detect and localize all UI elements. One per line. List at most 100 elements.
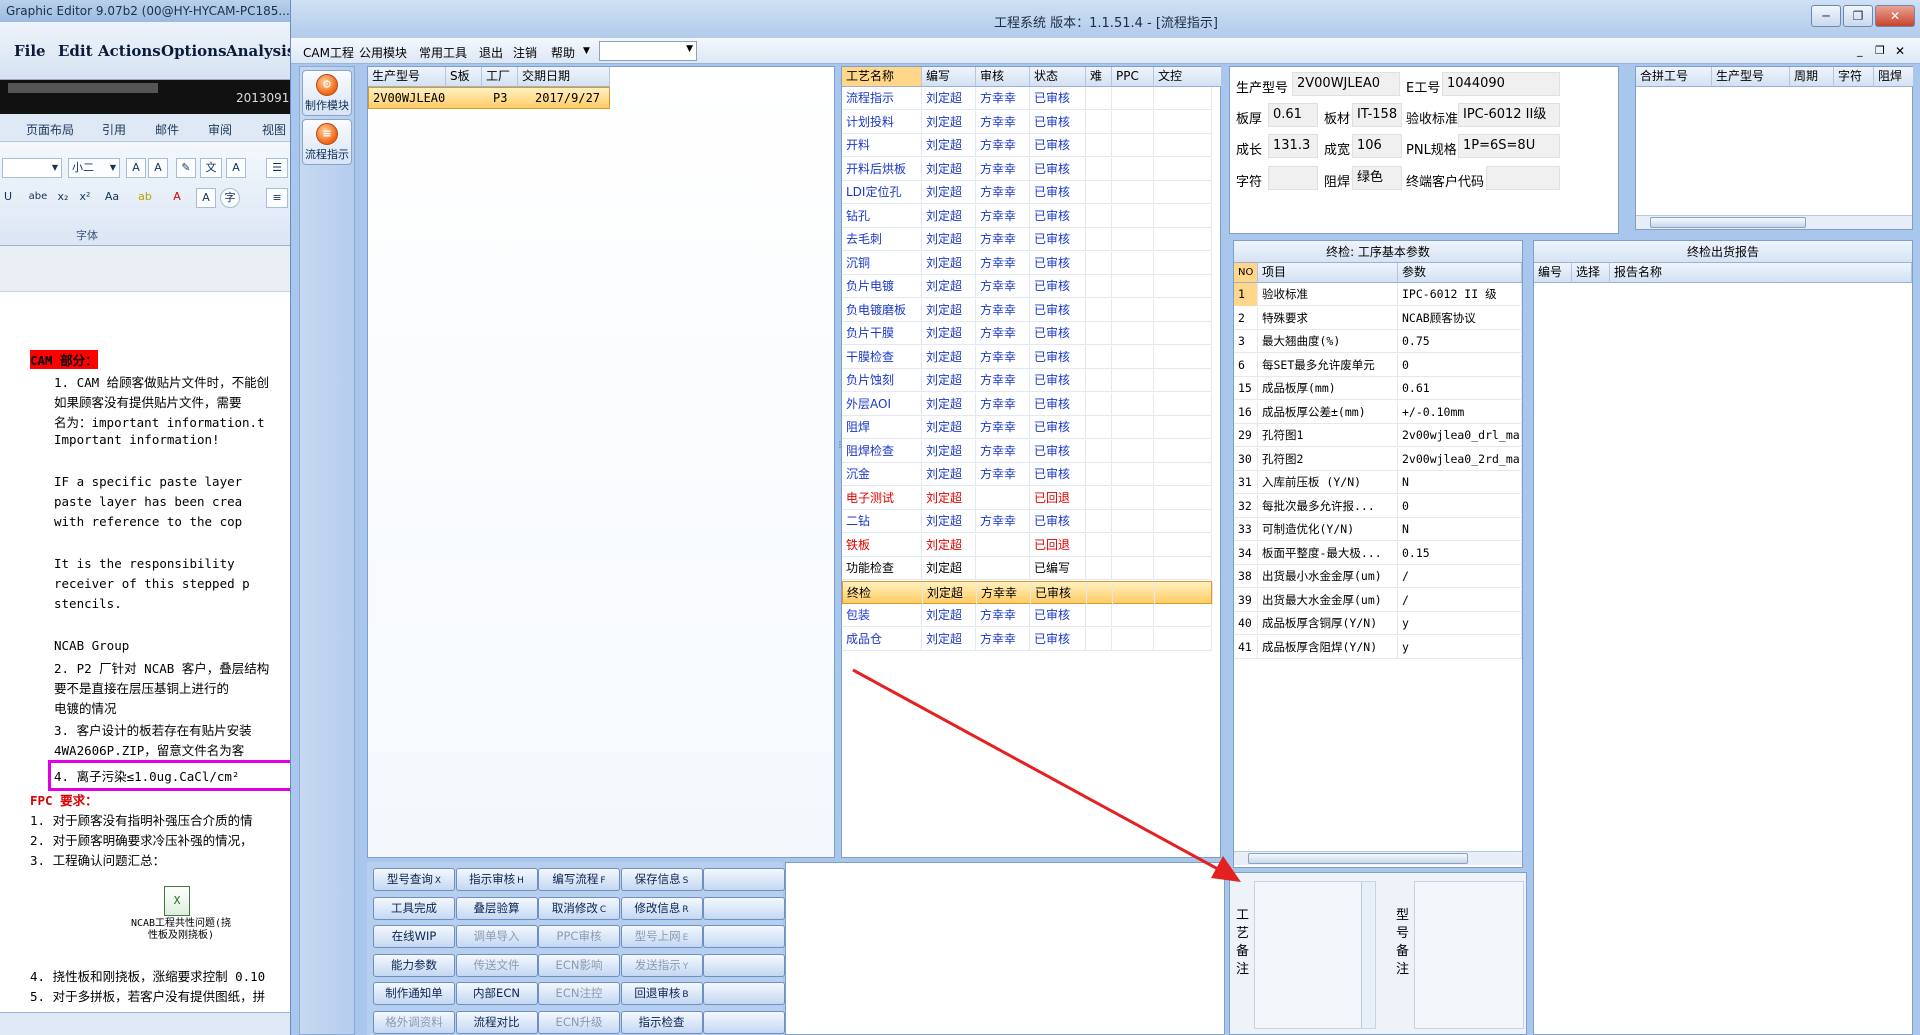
col-s-board[interactable]: S板 bbox=[446, 67, 482, 87]
col-status[interactable]: 状态 bbox=[1030, 67, 1086, 87]
param-row[interactable]: 33 可制造优化(Y/N) N bbox=[1234, 518, 1522, 541]
highlight-icon[interactable]: ab bbox=[132, 188, 158, 208]
action-button[interactable]: 在线WIP bbox=[373, 925, 455, 948]
action-button[interactable]: 取消修改 C bbox=[538, 896, 620, 920]
action-button[interactable] bbox=[703, 925, 785, 948]
phonetic-guide-icon[interactable]: 文 bbox=[200, 158, 222, 178]
col-factory[interactable]: 工厂 bbox=[482, 67, 518, 87]
param-row[interactable]: 2 特殊要求 NCAB顾客协议 bbox=[1234, 306, 1522, 330]
menu-options[interactable]: Options bbox=[161, 42, 227, 60]
font-name-combo[interactable]: ▼ bbox=[2, 158, 62, 178]
menu-exit[interactable]: 退出 bbox=[479, 44, 503, 61]
param-hscroll[interactable] bbox=[1234, 851, 1522, 865]
splitter-grip[interactable]: ⋮ bbox=[836, 440, 844, 460]
param-row[interactable]: 38 出货最小水金金厚(um) / bbox=[1234, 565, 1522, 588]
change-case-icon[interactable]: Aa bbox=[100, 188, 124, 208]
excel-attachment-icon[interactable]: X bbox=[164, 886, 190, 916]
param-row[interactable]: 16 成品板厚公差±(mm) +/-0.10mm bbox=[1234, 400, 1522, 424]
action-button[interactable]: 工具完成 bbox=[373, 896, 455, 920]
model-field[interactable]: 2V00WJLEA0 bbox=[1292, 72, 1400, 96]
col-report-select[interactable]: 选择 bbox=[1572, 263, 1610, 283]
col-report-no[interactable]: 编号 bbox=[1534, 263, 1572, 283]
param-row[interactable]: 31 入库前压板 (Y/N) N bbox=[1234, 471, 1522, 494]
shrink-font-icon[interactable]: A bbox=[148, 158, 168, 178]
action-button[interactable] bbox=[703, 953, 785, 977]
process-row[interactable]: 开料 刘定超 方幸幸 已审核 bbox=[842, 134, 1212, 157]
col-merge-char[interactable]: 字符 bbox=[1834, 67, 1874, 87]
flow-instruction-button[interactable]: ≡ 流程指示 bbox=[302, 119, 352, 165]
action-button[interactable] bbox=[703, 896, 785, 920]
merge-hscroll[interactable] bbox=[1636, 215, 1912, 229]
eno-field[interactable]: 1044090 bbox=[1442, 72, 1560, 96]
process-row[interactable]: 终检 刘定超 方幸幸 已审核 bbox=[842, 580, 1213, 605]
action-button[interactable]: 发送指示 Y bbox=[620, 953, 703, 977]
process-row[interactable]: 功能检查 刘定超 已编写 bbox=[842, 557, 1212, 580]
action-button[interactable]: ECN注控 bbox=[538, 982, 620, 1005]
process-row[interactable]: 钻孔 刘定超 方幸幸 已审核 bbox=[842, 204, 1212, 228]
action-button[interactable]: ECN影响 bbox=[538, 953, 620, 977]
font-size-combo[interactable]: 小二 ▼ bbox=[68, 158, 120, 178]
param-row[interactable]: 6 每SET最多允许废单元 0 bbox=[1234, 353, 1522, 377]
process-row[interactable]: 负片电镀 刘定超 方幸幸 已审核 bbox=[842, 275, 1212, 298]
col-merge-mask[interactable]: 阻焊 bbox=[1874, 67, 1914, 87]
process-row[interactable]: 干膜检查 刘定超 方幸幸 已审核 bbox=[842, 345, 1212, 369]
action-button[interactable] bbox=[703, 1010, 785, 1034]
menu-analysis[interactable]: Analysis bbox=[226, 42, 295, 60]
param-row[interactable]: 30 孔符图2 2v00wjlea0_2rd_ma bbox=[1234, 447, 1522, 471]
ribbon-tab-references[interactable]: 引用 bbox=[102, 121, 126, 138]
ribbon-tab-review[interactable]: 审阅 bbox=[208, 121, 232, 138]
process-row[interactable]: 开料后烘板 刘定超 方幸幸 已审核 bbox=[842, 157, 1212, 181]
process-note-vscroll[interactable] bbox=[1361, 882, 1375, 1028]
action-button[interactable]: 指示检查 bbox=[620, 1010, 703, 1034]
col-merge-eno[interactable]: 合拼工号 bbox=[1636, 67, 1712, 87]
pnl-field[interactable]: 1P=6S=8U bbox=[1458, 134, 1560, 158]
action-button[interactable]: 指示审核 H bbox=[455, 868, 538, 891]
action-button[interactable] bbox=[703, 982, 785, 1005]
model-note-textarea[interactable] bbox=[1414, 881, 1524, 1029]
mdi-minimize-icon[interactable]: _ bbox=[1857, 44, 1863, 57]
col-model[interactable]: 生产型号 bbox=[368, 67, 446, 87]
action-button[interactable] bbox=[703, 868, 785, 891]
action-button[interactable]: 格外调资料 bbox=[373, 1010, 455, 1034]
underline-icon[interactable]: U bbox=[2, 188, 14, 208]
mdi-restore-icon[interactable]: ❐ bbox=[1875, 44, 1885, 57]
col-difficulty[interactable]: 难 bbox=[1086, 67, 1112, 87]
strikethrough-icon[interactable]: abe bbox=[26, 188, 50, 208]
process-row[interactable]: 包装 刘定超 方幸幸 已审核 bbox=[842, 604, 1212, 627]
process-row[interactable]: 外层AOI 刘定超 方幸幸 已审核 bbox=[842, 392, 1212, 416]
maximize-button[interactable]: ❐ bbox=[1843, 5, 1873, 27]
col-delivery-date[interactable]: 交期日期 bbox=[518, 67, 610, 87]
param-row[interactable]: 40 成品板厚含铜厚(Y/N) y bbox=[1234, 612, 1522, 635]
menu-cam[interactable]: CAM工程 bbox=[303, 44, 354, 61]
param-row[interactable]: 15 成品板厚(mm) 0.61 bbox=[1234, 377, 1522, 400]
standard-field[interactable]: IPC-6012 II级 bbox=[1458, 103, 1560, 127]
action-button[interactable]: 型号查询 X bbox=[373, 868, 455, 891]
minimize-button[interactable]: ─ bbox=[1811, 5, 1841, 27]
action-button[interactable]: 回退审核 B bbox=[620, 982, 703, 1005]
col-no[interactable]: NO bbox=[1234, 263, 1258, 283]
process-row[interactable]: LDI定位孔 刘定超 方幸幸 已审核 bbox=[842, 181, 1212, 204]
col-merge-cycle[interactable]: 周期 bbox=[1790, 67, 1834, 87]
action-button[interactable]: 修改信息 R bbox=[620, 896, 703, 920]
length-field[interactable]: 131.3 bbox=[1268, 134, 1318, 158]
process-row[interactable]: 负片干膜 刘定超 方幸幸 已审核 bbox=[842, 322, 1212, 345]
param-row[interactable]: 1 验收标准 IPC-6012 II 级 bbox=[1234, 283, 1522, 306]
mdi-close-icon[interactable]: ✕ bbox=[1895, 44, 1905, 58]
action-button[interactable]: PPC审核 bbox=[538, 925, 620, 948]
product-row[interactable]: 2V00WJLEA0 P3 2017/9/27 bbox=[368, 87, 610, 109]
process-row[interactable]: 负片蚀刻 刘定超 方幸幸 已审核 bbox=[842, 369, 1212, 392]
action-button[interactable]: 能力参数 bbox=[373, 953, 455, 977]
process-row[interactable]: 负电镀磨板 刘定超 方幸幸 已审核 bbox=[842, 298, 1212, 322]
action-button[interactable]: 叠层验算 bbox=[455, 896, 538, 920]
col-doc-control[interactable]: 文控 bbox=[1154, 67, 1222, 87]
process-row[interactable]: 流程指示 刘定超 方幸幸 已审核 bbox=[842, 87, 1212, 110]
enclose-char-icon[interactable]: 字 bbox=[220, 188, 240, 208]
col-ppc[interactable]: PPC bbox=[1112, 67, 1154, 87]
process-row[interactable]: 沉铜 刘定超 方幸幸 已审核 bbox=[842, 251, 1212, 275]
action-button[interactable]: 调单导入 bbox=[455, 925, 538, 948]
param-row[interactable]: 39 出货最大水金金厚(um) / bbox=[1234, 588, 1522, 612]
process-row[interactable]: 去毛刺 刘定超 方幸幸 已审核 bbox=[842, 228, 1212, 251]
action-button[interactable]: 编写流程 F bbox=[538, 868, 620, 891]
action-button[interactable]: 制作通知单 bbox=[373, 982, 455, 1005]
ribbon-tab-mail[interactable]: 邮件 bbox=[155, 121, 179, 138]
